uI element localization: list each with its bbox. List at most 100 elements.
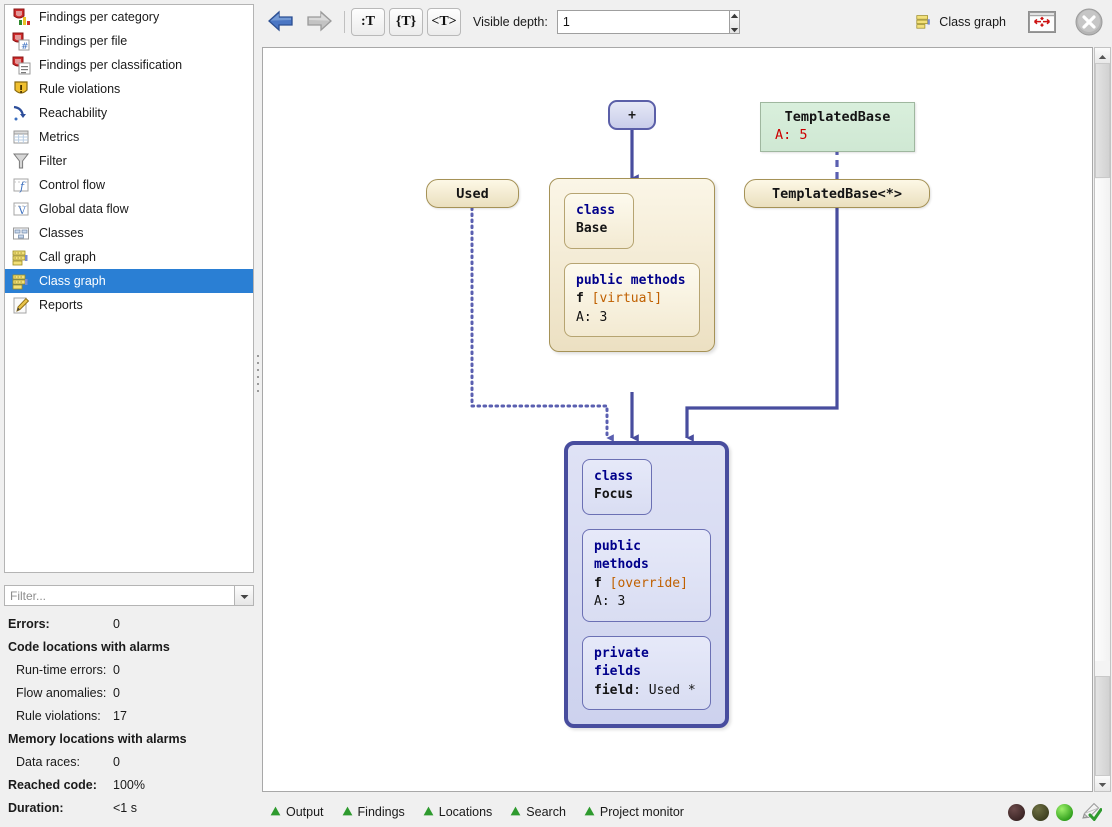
stat-value: 0 xyxy=(113,662,120,677)
class-kind-label: class xyxy=(594,469,634,484)
stat-key: Duration: xyxy=(8,800,64,815)
filter-input[interactable] xyxy=(4,585,234,606)
statusbar-item-locations[interactable]: Locations xyxy=(423,805,492,819)
visible-depth-label: Visible depth: xyxy=(473,15,548,29)
findings-file-icon: # xyxy=(11,31,31,51)
call-graph-icon xyxy=(11,247,31,267)
field-type: Used * xyxy=(648,682,696,698)
close-icon xyxy=(1074,8,1104,40)
indicator-olive[interactable] xyxy=(1032,803,1049,821)
back-button[interactable] xyxy=(262,7,300,37)
stat-key: Rule violations: xyxy=(16,708,101,723)
stat-key: Code locations with alarms xyxy=(8,639,170,654)
scrollbar-down-button[interactable] xyxy=(1095,776,1110,791)
graph-area: + Used TemplatedBase A: 5 TemplatedBase<… xyxy=(262,44,1112,795)
node-alarm-count: A: 5 xyxy=(775,127,808,143)
show-qualified-names-button[interactable]: :T xyxy=(351,8,385,36)
show-namespaces-button[interactable]: {T} xyxy=(389,8,423,36)
sidebar-item-findings-per-file[interactable]: # Findings per file xyxy=(5,29,253,53)
show-templates-button[interactable]: <T> xyxy=(427,8,461,36)
splitter-grip[interactable] xyxy=(257,350,260,392)
navigation-list[interactable]: Findings per category # Findings per fil… xyxy=(4,4,254,573)
scrollbar-thumb-lower[interactable] xyxy=(1095,676,1110,776)
chevron-down-icon xyxy=(240,589,249,603)
statusbar-item-search[interactable]: Search xyxy=(510,805,566,819)
stat-value: 100% xyxy=(113,777,145,792)
sidebar-item-classes[interactable]: Classes xyxy=(5,221,253,245)
sidebar-item-call-graph[interactable]: Call graph xyxy=(5,245,253,269)
sidebar-item-control-flow[interactable]: f Control flow xyxy=(5,173,253,197)
forward-button[interactable] xyxy=(300,7,338,37)
stat-value: 17 xyxy=(113,708,127,723)
visible-depth-input[interactable] xyxy=(556,10,729,34)
sidebar-item-metrics[interactable]: Metrics xyxy=(5,125,253,149)
graph-canvas[interactable]: + Used TemplatedBase A: 5 TemplatedBase<… xyxy=(262,47,1093,792)
stat-value: 0 xyxy=(113,616,120,631)
graph-node-base-class[interactable]: class Base public methods f [virtual] A:… xyxy=(549,178,715,353)
fit-to-window-icon xyxy=(1029,12,1055,32)
stat-row: Run-time errors: 0 xyxy=(8,658,248,681)
back-arrow-icon xyxy=(267,10,295,35)
sidebar-item-global-data-flow[interactable]: V Global data flow xyxy=(5,197,253,221)
method-name: f xyxy=(594,575,602,591)
indicator-dark-red[interactable] xyxy=(1008,803,1025,821)
stat-key: Run-time errors: xyxy=(16,662,107,677)
toolbar-separator xyxy=(344,11,345,33)
field-key: field xyxy=(594,682,634,698)
method-entry: f [override] xyxy=(594,575,699,593)
sidebar-item-reports[interactable]: Reports xyxy=(5,293,253,317)
spinner-up-icon[interactable] xyxy=(730,8,739,22)
scrollbar-thumb[interactable] xyxy=(1095,63,1110,178)
visible-depth-stepper[interactable] xyxy=(556,10,740,34)
expand-node-button[interactable]: + xyxy=(608,100,656,130)
class-graph-icon xyxy=(915,12,933,33)
class-graph-icon xyxy=(11,271,31,291)
stat-key: Memory locations with alarms xyxy=(8,731,187,746)
visible-depth-spin-buttons[interactable] xyxy=(728,8,740,36)
statusbar-item-label: Findings xyxy=(357,805,405,819)
stat-row: Flow anomalies: 0 xyxy=(8,681,248,704)
sidebar-item-label: Findings per file xyxy=(39,34,128,48)
pencil-check-icon[interactable] xyxy=(1080,801,1103,824)
control-flow-icon: f xyxy=(11,175,31,195)
triangle-icon xyxy=(584,805,595,819)
sidebar-item-label: Control flow xyxy=(39,178,105,192)
sidebar-item-label: Filter xyxy=(39,154,67,168)
filter-dropdown-button[interactable] xyxy=(234,585,254,606)
graph-node-templated-base[interactable]: TemplatedBase A: 5 xyxy=(760,102,915,152)
class-kind-label: class xyxy=(576,203,616,218)
sidebar-item-reachability[interactable]: Reachability xyxy=(5,101,253,125)
stat-group-header: Memory locations with alarms xyxy=(8,727,248,750)
toolbar-right-group: Class graph xyxy=(915,7,1112,37)
sidebar-item-filter[interactable]: Filter xyxy=(5,149,253,173)
sidebar-item-findings-per-category[interactable]: Findings per category xyxy=(5,5,253,29)
field-entry: field: Used * xyxy=(594,682,699,700)
view-title: Class graph xyxy=(915,12,1006,33)
fit-to-window-button[interactable] xyxy=(1028,11,1056,33)
stat-row: Duration: <1 s xyxy=(8,796,248,819)
statusbar-item-project-monitor[interactable]: Project monitor xyxy=(584,805,684,819)
sidebar-item-label: Findings per category xyxy=(39,10,160,24)
statistics-panel: Errors: 0 Code locations with alarms Run… xyxy=(0,612,256,817)
sidebar-item-label: Rule violations xyxy=(39,82,121,96)
sidebar-item-label: Findings per classification xyxy=(39,58,183,72)
stat-value: <1 s xyxy=(113,800,137,815)
class-header-compartment: class Focus xyxy=(582,459,652,515)
scrollbar-track[interactable] xyxy=(1095,179,1110,661)
sidebar-item-findings-per-classification[interactable]: Findings per classification xyxy=(5,53,253,77)
pencil-report-icon xyxy=(11,295,31,315)
graph-node-used[interactable]: Used xyxy=(426,179,519,208)
close-view-button[interactable] xyxy=(1074,7,1104,37)
scrollbar-up-button[interactable] xyxy=(1095,48,1110,63)
sidebar-item-class-graph[interactable]: Class graph xyxy=(5,269,253,293)
graph-node-templated-base-instance[interactable]: TemplatedBase<*> xyxy=(744,179,930,208)
spinner-down-icon[interactable] xyxy=(730,22,739,36)
graph-node-focus-class[interactable]: class Focus public methods f [override] … xyxy=(564,441,729,729)
statusbar-item-findings[interactable]: Findings xyxy=(342,805,405,819)
graph-vertical-scrollbar[interactable] xyxy=(1094,47,1111,792)
stat-key: Data races: xyxy=(16,754,80,769)
statusbar-item-output[interactable]: Output xyxy=(270,805,324,819)
left-panel: Findings per category # Findings per fil… xyxy=(0,0,256,827)
indicator-green[interactable] xyxy=(1056,803,1073,821)
sidebar-item-rule-violations[interactable]: Rule violations xyxy=(5,77,253,101)
